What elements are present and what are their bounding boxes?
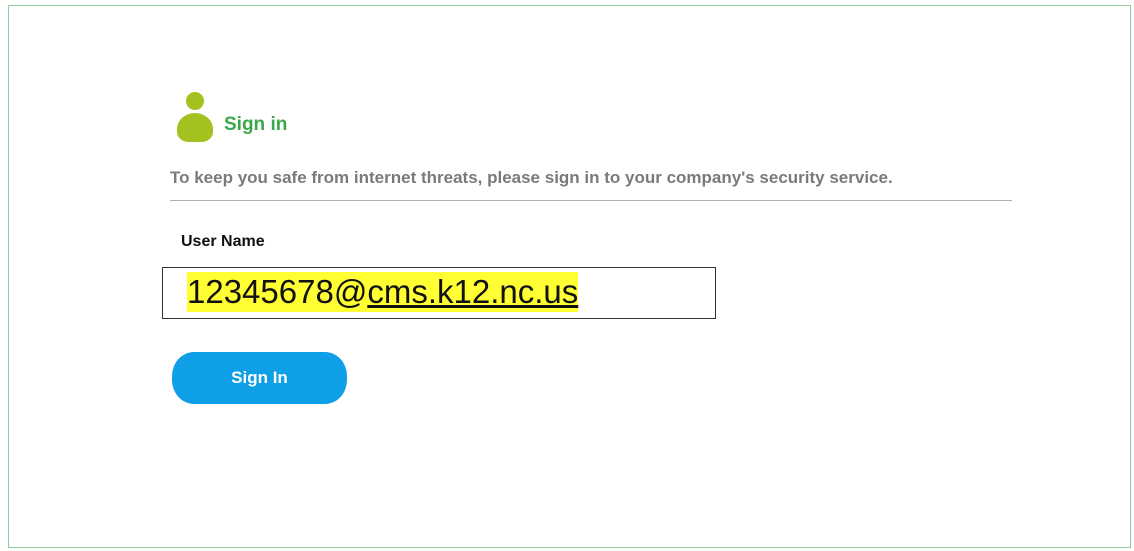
sign-in-button-label: Sign In [231,368,288,387]
username-local-part: 12345678@ [187,273,368,310]
username-domain: cms.k12.nc.us [367,273,579,310]
username-value: 12345678@cms.k12.nc.us [187,272,579,312]
user-icon-head [186,92,204,110]
username-label: User Name [181,233,265,250]
divider [170,200,1012,201]
sign-in-header: Sign in [176,92,287,142]
user-icon-body [177,113,213,142]
security-description: To keep you safe from internet threats, … [170,168,893,187]
user-icon [176,92,214,142]
sign-in-button[interactable]: Sign In [172,352,347,404]
username-field[interactable]: 12345678@cms.k12.nc.us [162,267,716,319]
page-title: Sign in [224,114,288,135]
